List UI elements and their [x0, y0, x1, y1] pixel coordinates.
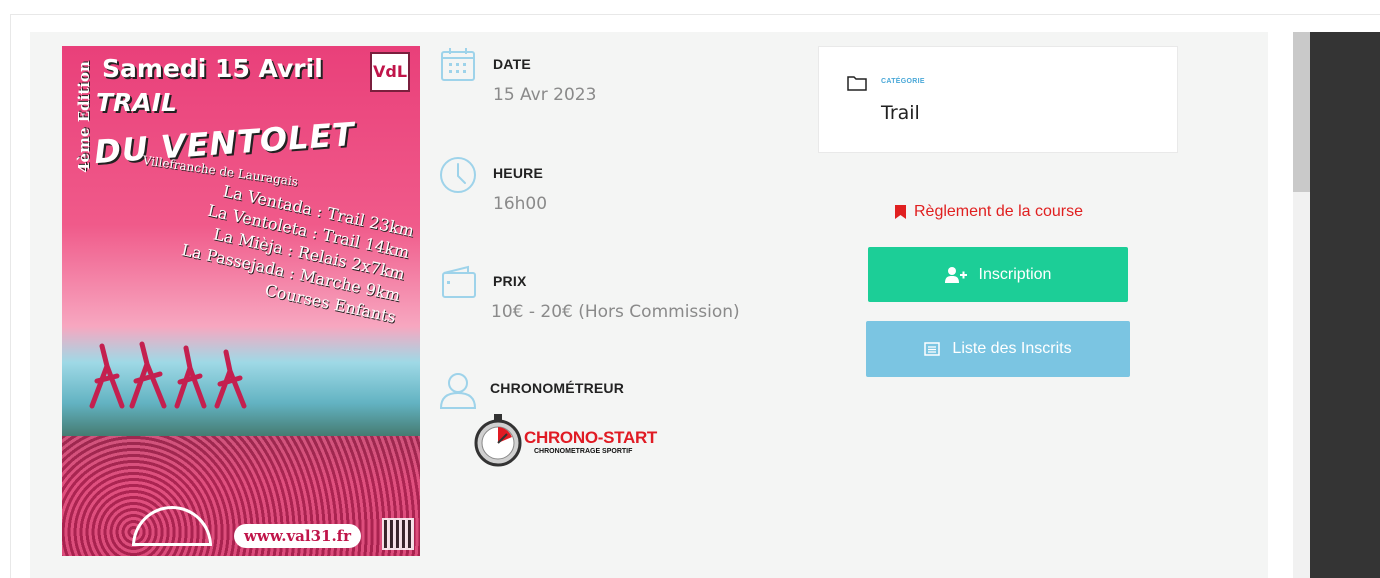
event-poster: 4ème Edition Samedi 15 Avril VdL TRAIL D… [62, 46, 420, 556]
price-label: PRIX [493, 273, 527, 289]
register-button-label: Inscription [978, 265, 1052, 283]
poster-edition: 4ème Edition [74, 61, 93, 173]
race-rules-label: Règlement de la course [914, 203, 1083, 220]
time-value: 16h00 [493, 194, 548, 214]
poster-date: Samedi 15 Avril [102, 54, 323, 83]
bookmark-icon [895, 205, 906, 219]
user-icon [439, 373, 477, 409]
poster-race-list: La Ventada : Trail 23km La Ventoleta : T… [119, 163, 416, 329]
date-label: DATE [493, 56, 531, 72]
scrollbar-thumb[interactable] [1293, 32, 1310, 192]
list-icon [924, 342, 941, 356]
race-rules-link[interactable]: Règlement de la course [895, 203, 1083, 221]
poster-url: www.val31.fr [234, 524, 362, 548]
poster-logo: VdL [370, 52, 410, 92]
poster-qr-code [382, 518, 414, 550]
vertical-scrollbar[interactable] [1293, 32, 1310, 578]
category-card: CATÉGORIE Trail [818, 46, 1178, 153]
wallet-icon [442, 265, 476, 298]
chrono-start-name: CHRONO-START [524, 428, 658, 447]
chrono-start-tagline: CHRONOMETRAGE SPORTIF [534, 448, 633, 455]
poster-title-line2: DU VENTOLET [92, 114, 357, 172]
timer-label: CHRONOMÉTREUR [490, 380, 625, 396]
category-value: Trail [881, 102, 920, 124]
time-label: HEURE [493, 165, 544, 181]
price-value: 10€ - 20€ (Hors Commission) [491, 302, 740, 322]
registered-list-button-label: Liste des Inscrits [952, 340, 1072, 357]
calendar-icon [441, 48, 475, 81]
poster-title-line1: TRAIL [96, 88, 177, 117]
category-label: CATÉGORIE [881, 78, 925, 85]
clock-icon [440, 157, 476, 193]
folder-icon [847, 76, 867, 91]
side-dark-panel [1310, 32, 1380, 578]
register-button[interactable]: Inscription [868, 247, 1128, 302]
user-plus-icon [944, 266, 967, 283]
poster-runners-illustration [89, 341, 247, 409]
date-value: 15 Avr 2023 [493, 85, 597, 105]
registered-list-button[interactable]: Liste des Inscrits [866, 321, 1130, 377]
